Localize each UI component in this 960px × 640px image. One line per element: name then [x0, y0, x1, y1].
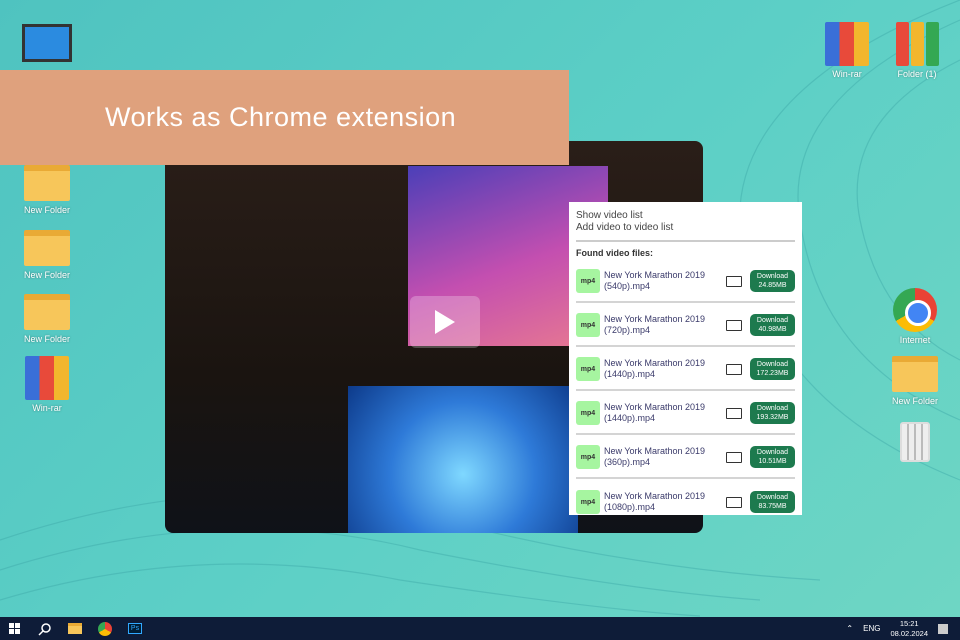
file-name: New York Marathon 2019 (360p).mp4 [604, 446, 706, 467]
file-type-badge: mp4 [576, 401, 600, 425]
clock[interactable]: 15:21 08.02.2024 [890, 619, 928, 639]
monitor-icon[interactable] [12, 24, 82, 62]
cast-icon[interactable] [726, 496, 742, 508]
folder-icon [892, 356, 938, 392]
file-type-badge: mp4 [576, 357, 600, 381]
folder-icon [24, 294, 70, 330]
folder-icon [24, 230, 70, 266]
chevron-up-icon[interactable]: ⌃ [846, 624, 853, 633]
video-file-row: mp4 New York Marathon 2019 (1440p).mp4 Do… [576, 349, 795, 391]
chrome-icon [98, 621, 112, 636]
play-button[interactable] [410, 296, 480, 348]
video-file-row: mp4 New York Marathon 2019 (1440p).mp4 Do… [576, 393, 795, 435]
folder-icon [68, 623, 82, 634]
cast-icon[interactable] [726, 363, 742, 375]
desktop-new-folder-1[interactable]: New Folder [12, 165, 82, 215]
desktop-internet[interactable]: Internet [880, 288, 950, 345]
download-button[interactable]: Download 83.75MB [750, 491, 795, 513]
video-frame-screen [348, 386, 578, 533]
cast-icon[interactable] [726, 319, 742, 331]
desktop-winrar-top[interactable]: Win-rar [812, 22, 882, 79]
notification-icon[interactable] [938, 623, 948, 634]
desktop-new-folder-2[interactable]: New Folder [12, 230, 82, 280]
search-icon [38, 622, 51, 636]
download-button[interactable]: Download 24.85MB [750, 270, 795, 292]
cast-icon[interactable] [726, 451, 742, 463]
promo-banner: Works as Chrome extension [0, 70, 569, 165]
download-button[interactable]: Download 10.51MB [750, 446, 795, 468]
divider [576, 240, 795, 242]
found-heading: Found video files: [576, 248, 654, 258]
file-explorer-button[interactable] [60, 617, 90, 640]
video-file-row: mp4 New York Marathon 2019 (360p).mp4 Dow… [576, 437, 795, 479]
desktop-new-folder-3[interactable]: New Folder [12, 294, 82, 344]
winrar-icon [25, 356, 69, 400]
language-indicator[interactable]: ENG [863, 624, 880, 633]
folder-icon [24, 165, 70, 201]
video-file-row: mp4 New York Marathon 2019 (1080p).mp4 Do… [576, 481, 795, 523]
file-name: New York Marathon 2019 (720p).mp4 [604, 314, 706, 335]
download-button[interactable]: Download 193.32MB [750, 402, 795, 424]
desktop-folder-1[interactable]: Folder (1) [882, 22, 952, 79]
windows-icon [9, 622, 20, 634]
binders-icon [894, 22, 940, 66]
download-button[interactable]: Download 172.23MB [750, 358, 795, 380]
chrome-taskbar-button[interactable] [90, 617, 120, 640]
file-name: New York Marathon 2019 (1440p).mp4 [604, 402, 706, 423]
file-type-badge: mp4 [576, 445, 600, 469]
desktop-winrar-left[interactable]: Win-rar [12, 356, 82, 413]
start-button[interactable] [0, 617, 30, 640]
video-file-row: mp4 New York Marathon 2019 (540p).mp4 Dow… [576, 261, 795, 303]
extension-popup: Show video list Add video to video list … [569, 202, 802, 515]
file-type-badge: mp4 [576, 313, 600, 337]
add-video-link[interactable]: Add video to video list [576, 222, 795, 234]
cast-icon[interactable] [726, 275, 742, 287]
photoshop-button[interactable]: Ps [120, 617, 150, 640]
winrar-icon [825, 22, 869, 66]
desktop-new-folder-right[interactable]: New Folder [880, 356, 950, 406]
file-type-badge: mp4 [576, 490, 600, 514]
file-type-badge: mp4 [576, 269, 600, 293]
taskbar: Ps ⌃ ENG 15:21 08.02.2024 [0, 617, 960, 640]
file-name: New York Marathon 2019 (540p).mp4 [604, 270, 706, 291]
file-name: New York Marathon 2019 (1440p).mp4 [604, 358, 706, 379]
trash-icon [900, 422, 930, 462]
photoshop-icon: Ps [127, 623, 143, 634]
recycle-bin[interactable] [880, 422, 950, 465]
chrome-icon [893, 288, 937, 332]
cast-icon[interactable] [726, 407, 742, 419]
video-file-row: mp4 New York Marathon 2019 (720p).mp4 Dow… [576, 305, 795, 347]
search-button[interactable] [30, 617, 60, 640]
file-name: New York Marathon 2019 (1080p).mp4 [604, 491, 706, 512]
show-video-list-link[interactable]: Show video list [576, 210, 795, 222]
download-button[interactable]: Download 40.98MB [750, 314, 795, 336]
